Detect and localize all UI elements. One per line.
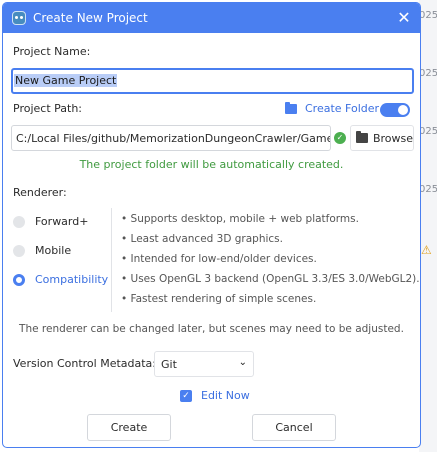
godot-app-icon (12, 11, 26, 25)
status-message: The project folder will be automatically… (79, 158, 344, 171)
edit-now-label: Edit Now (201, 389, 250, 402)
vcs-label: Version Control Metadata: (13, 357, 156, 370)
radio-icon (13, 244, 25, 257)
create-folder-label: Create Folder (305, 102, 380, 115)
background-row-text: 025 (419, 10, 437, 21)
chevron-down-icon: ⌄ (238, 357, 247, 368)
checkbox-checked-icon: ✓ (180, 389, 192, 402)
vcs-value: Git (161, 358, 177, 371)
project-name-input[interactable]: New Game Project (11, 68, 414, 94)
edit-now-option[interactable]: ✓ Edit Now (180, 389, 250, 402)
project-path-label: Project Path: (13, 102, 83, 115)
vcs-select[interactable]: Git ⌄ (154, 351, 254, 377)
renderer-label: Renderer: (13, 186, 67, 199)
renderer-feature: • Supports desktop, mobile + web platfor… (121, 213, 359, 225)
renderer-note: The renderer can be changed later, but s… (19, 323, 404, 335)
renderer-option-forward-plus[interactable]: Forward+ (13, 215, 88, 228)
background-row-text: 025 (419, 184, 437, 195)
project-name-label: Project Name: (13, 45, 91, 58)
check-icon: ✓ (334, 132, 346, 144)
warning-icon: ⚠ (421, 243, 432, 257)
background-editor-strip: 025 025 025 025 ⚠ (419, 0, 437, 452)
background-row-text: 025 (419, 126, 437, 137)
create-folder-toggle[interactable] (380, 103, 410, 117)
renderer-divider (111, 208, 112, 312)
renderer-option-label: Mobile (35, 244, 72, 257)
renderer-option-compatibility[interactable]: Compatibility (13, 273, 108, 286)
renderer-feature: • Least advanced 3D graphics. (121, 233, 283, 245)
dialog-title: Create New Project (33, 11, 148, 25)
cancel-button[interactable]: Cancel (252, 414, 336, 441)
renderer-option-label: Compatibility (35, 273, 109, 286)
project-path-input[interactable]: C:/Local Files/github/MemorizationDungeo… (11, 125, 331, 151)
radio-icon (13, 215, 25, 228)
create-project-dialog: Create New Project ✕ Project Name: New G… (2, 2, 421, 448)
project-name-value: New Game Project (14, 74, 118, 87)
dialog-titlebar: Create New Project ✕ (3, 3, 420, 33)
renderer-option-label: Forward+ (35, 215, 89, 228)
create-button[interactable]: Create (87, 414, 171, 441)
folder-icon (285, 101, 297, 114)
create-folder-option[interactable]: Create Folder (285, 101, 380, 115)
folder-icon (356, 131, 368, 143)
renderer-feature: • Intended for low-end/older devices. (121, 253, 317, 265)
close-icon[interactable]: ✕ (394, 8, 414, 28)
renderer-option-mobile[interactable]: Mobile (13, 244, 71, 257)
browse-label: Browse (372, 131, 413, 145)
background-row-text: 025 (419, 68, 437, 79)
renderer-feature: • Uses OpenGL 3 backend (OpenGL 3.3/ES 3… (121, 273, 420, 285)
renderer-feature: • Fastest rendering of simple scenes. (121, 293, 317, 305)
browse-button[interactable]: Browse (350, 125, 414, 151)
radio-selected-icon (13, 273, 25, 286)
